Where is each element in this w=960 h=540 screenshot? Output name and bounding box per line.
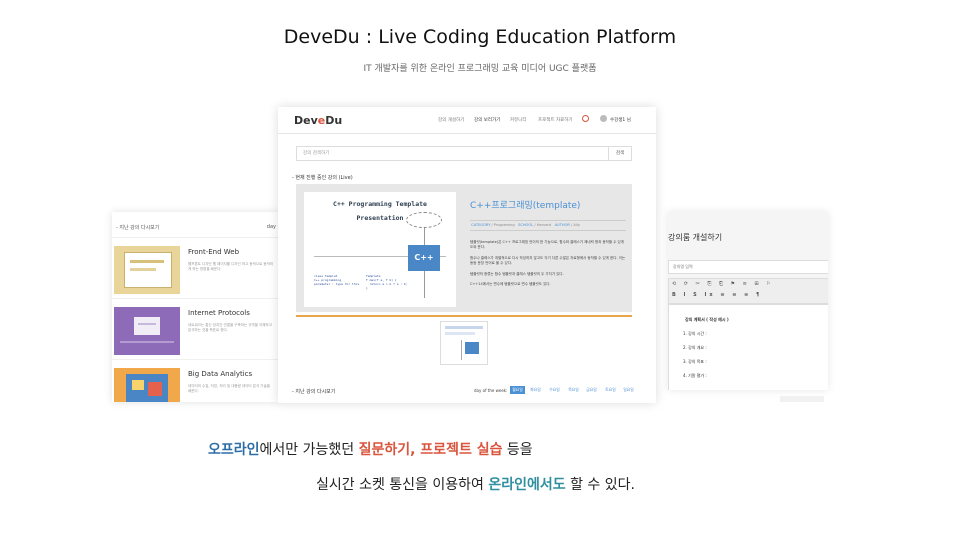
lecture-plan-editor[interactable]: 강의 계획서 ( 작성 예시 ) 1. 강의 시간 : 2. 강의 개요 : 3… — [668, 304, 828, 390]
day-tab-sat[interactable]: 토요일 — [603, 386, 618, 394]
featured-desc-1: 템플릿(template)은 C++ 프로그래밍 언어의 한 기능으로, 함수와… — [470, 240, 625, 249]
caption-online: 온라인에서도 — [488, 477, 566, 493]
slide-heading-1: C++ Programming Template — [333, 200, 427, 208]
lecture-desc: 데이터의 수집, 저장, 처리 및 대용량 데이터 분석 기술을 배운다. — [188, 384, 270, 393]
caption-line1-end: 등을 — [502, 442, 533, 458]
editor-item-1: 1. 강의 시간 : — [683, 331, 707, 336]
meta-author-val: Ally — [573, 223, 580, 227]
lecture-search-input[interactable]: 강의 검색하기 검색 — [296, 146, 632, 161]
search-button[interactable]: 검색 — [608, 147, 631, 160]
past-section-label: - 지난 강의 다시보기 — [292, 389, 336, 395]
list-item[interactable]: Front-End Web 웹프론트 디자인 웹 페이지를 디자인 하고 동적으… — [112, 238, 280, 299]
caption-line2-start: 실시간 소켓 통신을 이용하여 — [316, 477, 489, 493]
lecture-name[interactable]: Big Data Analytics — [188, 370, 252, 378]
slide-title: DeveDu : Live Coding Education Platform — [283, 26, 677, 48]
day-tab-fri[interactable]: 금요일 — [584, 386, 599, 394]
past-lectures-heading: - 지난 강의 다시보기 day — [112, 212, 280, 238]
editor-item-4: 4. 기말 평가 : — [683, 373, 707, 378]
past-lectures-heading-label: - 지난 강의 다시보기 — [116, 225, 160, 231]
day-of-week-label: day of the week: — [474, 388, 508, 393]
editor-toolbar[interactable]: ⟲ ⟳ ✂ ⎘ ⎗ ⚑ ≡ ⊞ ⚐ B I S Ix ≡ ≡ ≡ ¶ — [668, 278, 828, 304]
slide-subtitle: IT 개발자를 위한 온라인 프로그래밍 교육 미디어 UGC 플랫폼 — [363, 64, 597, 74]
caption-features: 질문하기, 프로젝트 실습 — [358, 442, 503, 458]
right-panel-footer — [780, 396, 824, 402]
search-icon[interactable] — [582, 115, 589, 122]
past-lectures-heading-day: day — [266, 224, 276, 230]
day-tab-tue[interactable]: 화요일 — [528, 386, 543, 394]
meta-school-key: SCHOOL — [518, 223, 534, 227]
section-divider — [296, 315, 632, 317]
lecture-desc: 네트워크는 통신 장치간 연결을 구축하는 규약을 이해하고 분석하는 것을 목… — [188, 323, 272, 332]
lecture-name[interactable]: Internet Protocols — [188, 309, 250, 317]
lecture-slide-preview[interactable]: C++ Programming Template Presentation C+… — [304, 192, 456, 307]
code-snippet-1: class Templat C++ programming parameter … — [314, 274, 360, 286]
lecture-desc: 웹프론트 디자인 웹 페이지를 디자인 하고 동적으로 동작하게 하는 방법을 … — [188, 262, 274, 271]
toolbar-row-1[interactable]: ⟲ ⟳ ✂ ⎘ ⎗ ⚑ ≡ ⊞ ⚐ — [672, 281, 774, 287]
lecture-name-placeholder: 강의명 입력 — [673, 264, 693, 269]
nav-project[interactable]: 프로젝트 자료하기 — [538, 117, 573, 123]
day-tab-thu[interactable]: 목요일 — [566, 386, 581, 394]
live-section-label: - 현재 진행 중인 강의 (Live) — [292, 175, 353, 181]
lecture-name[interactable]: Front-End Web — [188, 248, 239, 256]
user-avatar-icon[interactable] — [600, 115, 607, 122]
day-tab-wed[interactable]: 수요일 — [547, 386, 562, 394]
past-lectures-panel: - 지난 강의 다시보기 day Front-End Web 웹프론트 디자인 … — [112, 212, 280, 402]
caption-offline: 오프라인 — [208, 442, 260, 458]
devedu-logo[interactable]: DeveDu — [294, 114, 342, 127]
nav-watch-lecture[interactable]: 강의 보러가기 — [474, 117, 500, 123]
open-lecture-room-panel: 강의룸 개설하기 강의명 입력 ⟲ ⟳ ✂ ⎘ ⎗ ⚑ ≡ ⊞ ⚐ B I S … — [668, 212, 828, 390]
day-tab-sun[interactable]: 일요일 — [621, 386, 636, 394]
caption-line2-end: 할 수 있다. — [565, 477, 635, 493]
big-data-thumbnail[interactable] — [114, 368, 180, 402]
day-tab-mon[interactable]: 월요일 — [510, 386, 525, 394]
participant-video-thumbnail[interactable] — [440, 321, 488, 365]
internet-protocols-thumbnail[interactable] — [114, 307, 180, 355]
code-snippet-2: Template T max(T a, T b) { return a > b … — [366, 274, 408, 290]
editor-item-2: 2. 강의 개요 : — [683, 345, 707, 350]
caption-line-1: 오프라인에서만 가능했던 질문하기, 프로젝트 실습 등을 — [208, 439, 533, 459]
editor-heading: 강의 계획서 ( 작성 예시 ) — [685, 317, 729, 322]
toolbar-row-2[interactable]: B I S Ix ≡ ≡ ≡ ¶ — [672, 292, 762, 298]
caption-line-2: 실시간 소켓 통신을 이용하여 온라인에서도 할 수 있다. — [316, 474, 635, 494]
caption-line1-mid: 에서만 가능했던 — [259, 442, 359, 458]
main-app-screenshot: DeveDu 강의 개설하기 강의 보러가기 커뮤니티 프로젝트 자료하기 수강… — [278, 107, 656, 403]
logo-suffix: Du — [325, 114, 343, 127]
list-item[interactable]: Big Data Analytics 데이터의 수집, 저장, 처리 및 대용량… — [112, 360, 280, 402]
featured-lecture-title[interactable]: C++프로그래밍(template) — [470, 198, 580, 211]
top-nav: DeveDu 강의 개설하기 강의 보러가기 커뮤니티 프로젝트 자료하기 수강… — [278, 107, 656, 134]
cpp-logo-icon: C++ — [408, 245, 440, 271]
featured-live-lecture[interactable]: C++ Programming Template Presentation C+… — [296, 184, 632, 312]
featured-lecture-meta: CATEGORY / Programing SCHOOL / Harvard A… — [470, 220, 626, 231]
featured-desc-4: C++14에서는 변수에 템플릿으로 변수 템플릿도 있다. — [470, 282, 551, 286]
gear-graphic-icon — [406, 212, 442, 228]
meta-category-val: Programing — [493, 223, 515, 227]
user-name[interactable]: 수강생1 님 — [610, 117, 631, 123]
featured-desc-3: 템플릿의 종류는 함수 템플릿과 클래스 템플릿의 두 가지가 있다. — [470, 272, 564, 276]
nav-community[interactable]: 커뮤니티 — [510, 117, 527, 123]
logo-prefix: Dev — [294, 114, 318, 127]
front-end-thumbnail[interactable] — [114, 246, 180, 294]
editor-item-3: 3. 강의 목표 : — [683, 359, 707, 364]
list-item[interactable]: Internet Protocols 네트워크는 통신 장치간 연결을 구축하는… — [112, 299, 280, 360]
nav-open-lecture[interactable]: 강의 개설하기 — [438, 117, 464, 123]
meta-category-key: CATEGORY — [471, 223, 491, 227]
lecture-name-input[interactable]: 강의명 입력 — [668, 260, 828, 274]
featured-desc-2: 함수나 클래스가 개별적으로 다시 작성하지 않고도 각기 다른 수많은 자료형… — [470, 256, 626, 265]
meta-school-val: Harvard — [536, 223, 552, 227]
open-lecture-title: 강의룸 개설하기 — [668, 233, 723, 242]
meta-author-key: AUTHOR — [554, 223, 570, 227]
search-placeholder: 강의 검색하기 — [303, 151, 330, 156]
